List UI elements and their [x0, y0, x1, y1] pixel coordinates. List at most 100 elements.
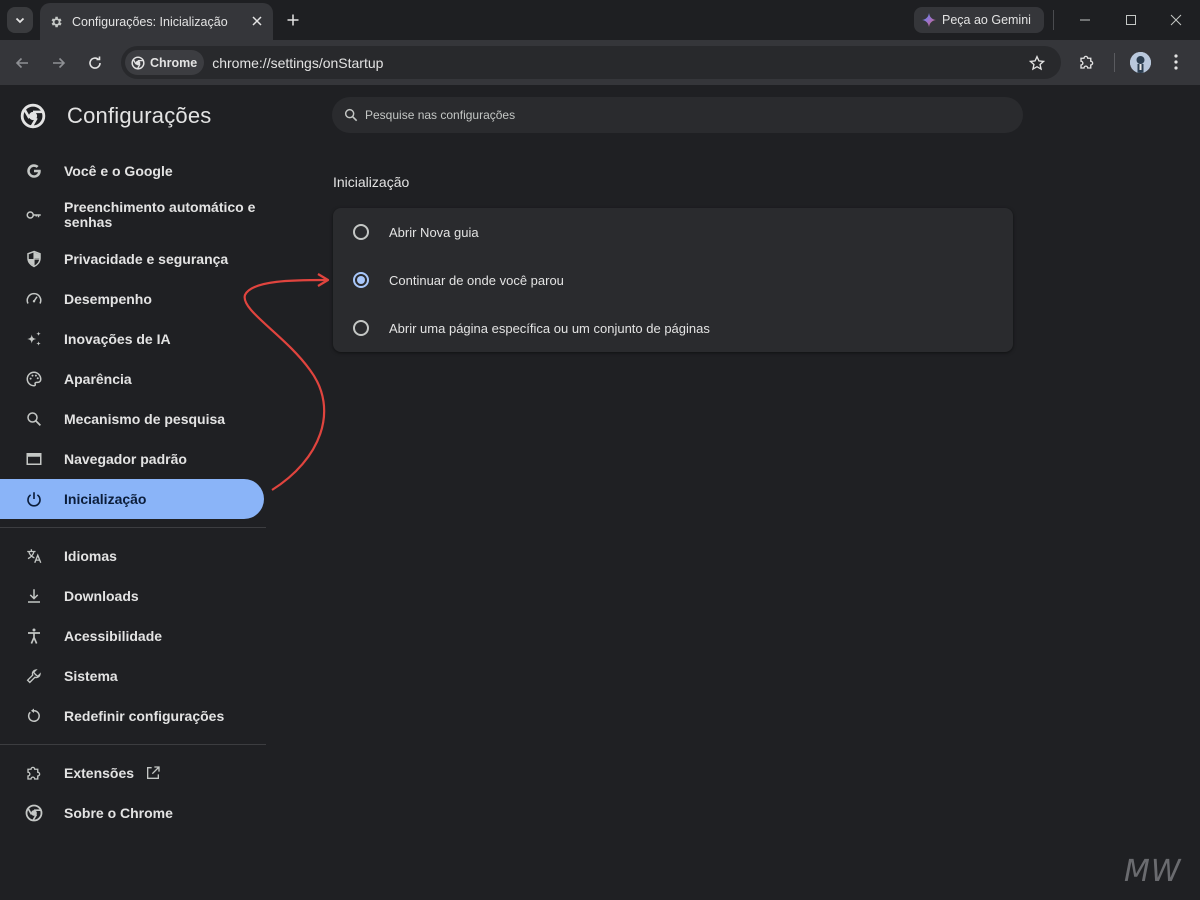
- sidebar-item-label: Inicialização: [64, 490, 147, 507]
- sidebar-item-label: Idiomas: [64, 547, 117, 564]
- menu-button[interactable]: [1164, 50, 1188, 74]
- sidebar-item-extensoes[interactable]: Extensões: [0, 762, 264, 784]
- sidebar-item-label: Privacidade e segurança: [64, 250, 229, 267]
- browser-toolbar: Chrome chrome://settings/onStartup: [0, 40, 1200, 85]
- reset-icon: [24, 706, 44, 726]
- tab-close-button[interactable]: [249, 13, 265, 29]
- window-controls-separator: [1053, 10, 1054, 30]
- site-info-chip[interactable]: Chrome: [125, 50, 205, 75]
- chrome-icon: [131, 55, 145, 70]
- radio-button[interactable]: [353, 320, 369, 336]
- accessibility-icon: [24, 626, 44, 646]
- page-title: Configurações: [67, 103, 212, 128]
- sparkle-icon: [24, 329, 44, 349]
- back-button[interactable]: [10, 51, 34, 75]
- plus-icon: [287, 14, 299, 26]
- chevron-down-icon: [15, 17, 25, 24]
- sidebar-item-sobre-o-chrome[interactable]: Sobre o Chrome: [0, 802, 264, 824]
- sidebar-item-acessibilidade[interactable]: Acessibilidade: [0, 625, 264, 647]
- sidebar-item-desempenho[interactable]: Desempenho: [0, 288, 264, 310]
- startup-option-specific-pages[interactable]: Abrir uma página específica ou um conjun…: [333, 304, 1013, 352]
- tab-title: Configurações: Inicialização: [72, 14, 228, 29]
- tab-search-button[interactable]: [7, 7, 33, 33]
- browser-window-icon: [24, 449, 44, 469]
- maximize-button[interactable]: [1119, 8, 1143, 32]
- sidebar-item-sistema[interactable]: Sistema: [0, 665, 264, 687]
- translate-icon: [24, 546, 44, 566]
- extensions-button[interactable]: [1075, 50, 1099, 74]
- url-text[interactable]: chrome://settings/onStartup: [212, 55, 383, 71]
- palette-icon: [24, 369, 44, 389]
- star-icon: [1029, 55, 1045, 71]
- radio-button-checked[interactable]: [353, 272, 369, 288]
- settings-search-field[interactable]: Pesquise nas configurações: [332, 97, 1023, 133]
- sidebar-item-label: Redefinir configurações: [64, 707, 225, 724]
- radio-button[interactable]: [353, 224, 369, 240]
- arrow-left-icon: [15, 57, 28, 69]
- address-bar[interactable]: Chrome chrome://settings/onStartup: [121, 46, 1061, 79]
- option-label: Abrir uma página específica ou um conjun…: [389, 320, 710, 336]
- close-icon: [252, 16, 262, 26]
- sidebar-divider: [0, 744, 266, 745]
- shield-icon: [24, 249, 44, 269]
- chrome-icon: [24, 803, 44, 823]
- startup-options-card: Abrir Nova guia Continuar de onde você p…: [333, 208, 1013, 352]
- search-placeholder: Pesquise nas configurações: [365, 108, 516, 122]
- reload-icon: [89, 56, 101, 69]
- option-label: Abrir Nova guia: [389, 224, 479, 240]
- sidebar-item-label: Acessibilidade: [64, 627, 163, 644]
- minimize-icon: [1080, 19, 1090, 21]
- power-icon: [24, 489, 44, 509]
- active-tab[interactable]: Configurações: Inicialização: [40, 3, 273, 40]
- reload-button[interactable]: [83, 51, 107, 75]
- new-tab-button[interactable]: [282, 9, 304, 31]
- search-icon: [344, 108, 358, 122]
- forward-button[interactable]: [47, 51, 71, 75]
- sidebar-item-aparencia[interactable]: Aparência: [0, 368, 264, 390]
- sidebar-item-downloads[interactable]: Downloads: [0, 585, 264, 607]
- arrow-right-icon: [53, 57, 66, 69]
- close-window-button[interactable]: [1164, 8, 1188, 32]
- option-label: Continuar de onde você parou: [389, 272, 564, 288]
- startup-option-continue[interactable]: Continuar de onde você parou: [333, 256, 1013, 304]
- sidebar-item-redefinir[interactable]: Redefinir configurações: [0, 705, 264, 727]
- sidebar-item-voce-e-o-google[interactable]: Você e o Google: [0, 160, 264, 182]
- section-title: Inicialização: [333, 174, 410, 190]
- sidebar-item-navegador-padrao[interactable]: Navegador padrão: [0, 448, 264, 470]
- maximize-icon: [1126, 15, 1136, 25]
- sidebar-item-inovacoes-ia[interactable]: Inovações de IA: [0, 328, 264, 350]
- sidebar-item-label: Extensões: [64, 764, 135, 781]
- gemini-button[interactable]: Peça ao Gemini: [914, 7, 1044, 33]
- sidebar-item-inicializacao[interactable]: Inicialização: [0, 479, 264, 519]
- sidebar-item-mecanismo-de-pesquisa[interactable]: Mecanismo de pesquisa: [0, 408, 264, 430]
- sidebar-item-privacidade[interactable]: Privacidade e segurança: [0, 248, 264, 270]
- search-icon: [24, 409, 44, 429]
- sidebar-item-label: Sobre o Chrome: [64, 804, 173, 821]
- sidebar-item-label: Inovações de IA: [64, 330, 171, 347]
- sidebar-item-label: Mecanismo de pesquisa: [64, 410, 226, 427]
- gemini-label: Peça ao Gemini: [942, 13, 1031, 27]
- gemini-sparkle-icon: [922, 13, 936, 27]
- extension-icon: [24, 763, 44, 783]
- minimize-button[interactable]: [1073, 8, 1097, 32]
- sidebar-divider: [0, 527, 266, 528]
- puzzle-piece-icon: [1080, 55, 1094, 69]
- bookmark-button[interactable]: [1027, 53, 1047, 73]
- gear-icon: [51, 16, 62, 27]
- sidebar-item-label: Navegador padrão: [64, 450, 187, 467]
- sidebar-item-label: Downloads: [64, 587, 139, 604]
- download-icon: [24, 586, 44, 606]
- startup-option-new-tab[interactable]: Abrir Nova guia: [333, 208, 1013, 256]
- sidebar-item-preenchimento[interactable]: Preenchimento automático e senhas: [0, 200, 264, 230]
- google-icon: [24, 161, 44, 181]
- sidebar-item-label: Você e o Google: [64, 162, 173, 179]
- sidebar-item-label: Aparência: [64, 370, 132, 387]
- sidebar-item-idiomas[interactable]: Idiomas: [0, 545, 264, 567]
- open-in-new-icon: [145, 765, 161, 781]
- wrench-icon: [24, 666, 44, 686]
- profile-avatar[interactable]: [1130, 52, 1151, 73]
- toolbar-separator: [1114, 53, 1115, 72]
- more-vertical-icon: [1174, 54, 1178, 70]
- sidebar-item-label: Sistema: [64, 667, 118, 684]
- settings-brand: Configurações: [20, 103, 211, 129]
